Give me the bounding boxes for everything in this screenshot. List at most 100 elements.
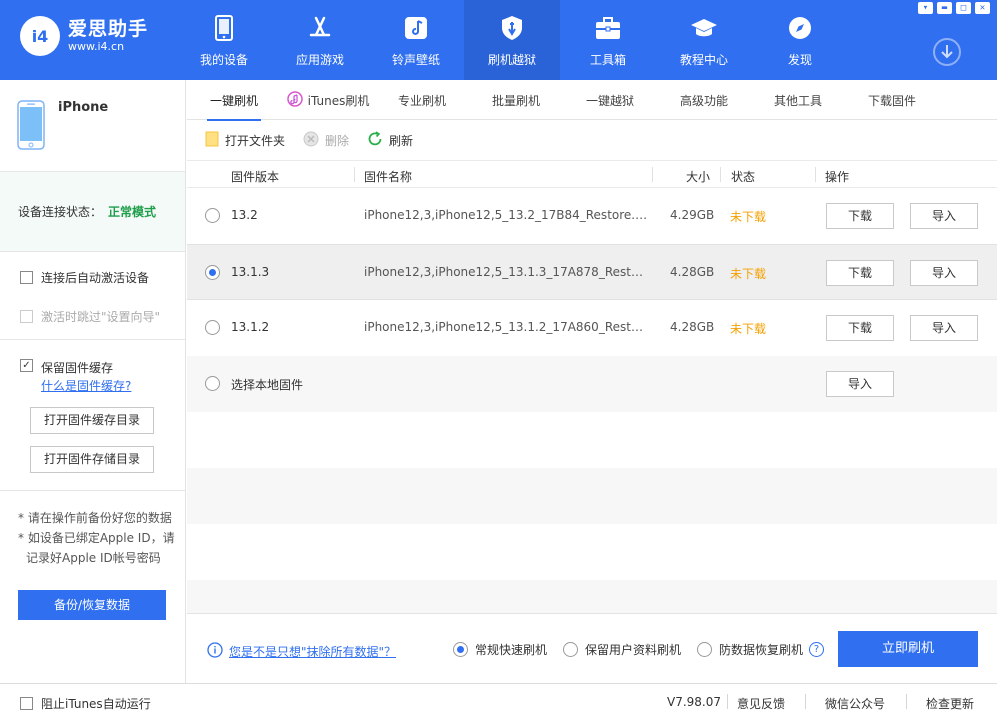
minimize-icon[interactable]: ▬ xyxy=(937,2,952,14)
nav-flash-jailbreak[interactable]: 刷机越狱 xyxy=(464,0,560,80)
empty-row xyxy=(187,412,997,468)
keep-cache-checkbox[interactable]: ✓ xyxy=(20,359,33,372)
local-firmware-row[interactable]: 选择本地固件 导入 xyxy=(187,356,997,412)
connection-mode: 正常模式 xyxy=(108,205,157,219)
col-version: 固件版本 xyxy=(231,170,280,184)
import-button[interactable]: 导入 xyxy=(910,260,978,286)
folder-icon xyxy=(205,131,219,150)
itunes-icon xyxy=(286,90,303,110)
check-update-link[interactable]: 检查更新 xyxy=(926,695,974,712)
delete-icon xyxy=(303,131,319,150)
import-button[interactable]: 导入 xyxy=(910,203,978,229)
open-cache-dir-button[interactable]: 打开固件缓存目录 xyxy=(30,407,154,434)
logo-name: 爱思助手 xyxy=(68,18,149,40)
flash-footer: 您是不是只想"抹除所有数据"？ 常规快速刷机 保留用户资料刷机 防数据恢复刷机 … xyxy=(187,613,997,683)
skip-setup-option[interactable]: 激活时跳过"设置向导" xyxy=(20,305,185,327)
nav-toolbox[interactable]: 工具箱 xyxy=(560,0,656,80)
logo-badge: i4 xyxy=(20,16,60,56)
auto-activate-option[interactable]: 连接后自动激活设备 xyxy=(20,266,185,288)
firmware-radio[interactable] xyxy=(205,320,220,335)
device-card: iPhone xyxy=(0,80,185,172)
open-storage-dir-button[interactable]: 打开固件存储目录 xyxy=(30,446,154,473)
flash-now-button[interactable]: 立即刷机 xyxy=(838,631,978,667)
table-row[interactable]: 13.1.2 iPhone12,3,iPhone12,5_13.1.2_17A8… xyxy=(187,300,997,356)
tab-one-click-flash[interactable]: 一键刷机 xyxy=(187,80,281,121)
col-action: 操作 xyxy=(825,170,850,184)
download-button[interactable]: 下载 xyxy=(826,315,894,341)
firmware-radio[interactable] xyxy=(205,265,220,280)
device-name: iPhone xyxy=(58,100,109,115)
tab-other-tools[interactable]: 其他工具 xyxy=(751,80,845,120)
col-size: 大小 xyxy=(686,170,711,184)
table-header: 固件版本 固件名称 大小 状态 操作 xyxy=(187,160,997,188)
table-row[interactable]: 13.1.3 iPhone12,3,iPhone12,5_13.1.3_17A8… xyxy=(187,244,997,300)
question-icon[interactable]: ? xyxy=(809,642,825,657)
open-folder-button[interactable]: 打开文件夹 xyxy=(205,131,285,150)
feedback-link[interactable]: 意见反馈 xyxy=(737,695,785,712)
nav-discover[interactable]: 发现 xyxy=(752,0,848,80)
refresh-button[interactable]: 刷新 xyxy=(367,130,413,150)
mode-radio[interactable] xyxy=(453,642,468,657)
flash-icon xyxy=(498,14,526,42)
main-nav: 我的设备 应用游戏 铃声壁纸 刷机越狱 工具箱 教程中心 发现 xyxy=(176,0,848,80)
erase-all-link[interactable]: 您是不是只想"抹除所有数据"？ xyxy=(229,643,396,660)
tab-batch-flash[interactable]: 批量刷机 xyxy=(469,80,563,120)
close-icon[interactable]: ✕ xyxy=(975,2,990,14)
status-badge: 未下载 xyxy=(730,267,767,281)
tab-pro-flash[interactable]: 专业刷机 xyxy=(375,80,469,120)
block-itunes-option[interactable]: 阻止iTunes自动运行 xyxy=(20,695,151,712)
erase-all-help[interactable]: 您是不是只想"抹除所有数据"？ xyxy=(207,642,396,661)
top-bar: i4 爱思助手 www.i4.cn 我的设备 应用游戏 铃声壁纸 刷机越狱 工具… xyxy=(0,0,997,80)
tab-advanced[interactable]: 高级功能 xyxy=(657,80,751,120)
maximize-icon[interactable]: □ xyxy=(956,2,971,14)
empty-row xyxy=(187,580,997,613)
music-icon xyxy=(402,14,430,42)
iphone-device-icon xyxy=(17,100,45,153)
import-local-button[interactable]: 导入 xyxy=(826,371,894,397)
what-is-cache-link[interactable]: 什么是固件缓存? xyxy=(41,377,185,394)
nav-apps-games[interactable]: 应用游戏 xyxy=(272,0,368,80)
status-badge: 未下载 xyxy=(730,210,767,224)
firmware-radio[interactable] xyxy=(205,208,220,223)
download-button[interactable]: 下载 xyxy=(826,203,894,229)
wechat-link[interactable]: 微信公众号 xyxy=(825,695,885,712)
compass-icon xyxy=(786,14,814,42)
nav-ringtones-wallpapers[interactable]: 铃声壁纸 xyxy=(368,0,464,80)
mode-anti-recovery[interactable]: 防数据恢复刷机 ? xyxy=(697,641,825,658)
app-logo: i4 爱思助手 www.i4.cn xyxy=(20,16,148,56)
refresh-icon xyxy=(367,130,383,150)
app-store-icon xyxy=(306,14,334,42)
skin-menu-icon[interactable]: ▾ xyxy=(918,2,933,14)
phone-icon xyxy=(210,14,238,42)
nav-tutorials[interactable]: 教程中心 xyxy=(656,0,752,80)
skip-setup-checkbox[interactable] xyxy=(20,309,33,323)
mode-radio[interactable] xyxy=(697,642,712,657)
nav-my-device[interactable]: 我的设备 xyxy=(176,0,272,80)
flash-tabs: 一键刷机 iTunes刷机 专业刷机 批量刷机 一键越狱 高级功能 其他工具 下… xyxy=(187,80,997,121)
empty-row xyxy=(187,524,997,580)
auto-activate-checkbox[interactable] xyxy=(20,270,33,284)
backup-restore-button[interactable]: 备份/恢复数据 xyxy=(18,590,166,620)
mode-keep-data[interactable]: 保留用户资料刷机 xyxy=(563,641,681,658)
tab-download-firmware[interactable]: 下载固件 xyxy=(845,80,939,120)
block-itunes-checkbox[interactable] xyxy=(20,697,33,710)
tab-itunes-flash[interactable]: iTunes刷机 xyxy=(281,80,375,120)
left-sidebar: iPhone 设备连接状态： 正常模式 连接后自动激活设备 激活时跳过"设置向导… xyxy=(0,80,186,683)
download-manager-icon[interactable] xyxy=(933,38,961,66)
local-firmware-radio[interactable] xyxy=(205,376,220,391)
mode-radio[interactable] xyxy=(563,642,578,657)
status-bar: 阻止iTunes自动运行 V7.98.07 意见反馈 微信公众号 检查更新 xyxy=(0,683,997,718)
window-controls: ▾ ▬ □ ✕ xyxy=(918,2,990,14)
backup-notes: * 请在操作前备份好您的数据 * 如设备已绑定Apple ID，请 记录好App… xyxy=(18,511,175,565)
import-button[interactable]: 导入 xyxy=(910,315,978,341)
download-button[interactable]: 下载 xyxy=(826,260,894,286)
keep-cache-option[interactable]: ✓ 保留固件缓存 xyxy=(20,359,185,376)
info-icon xyxy=(207,642,223,661)
table-row[interactable]: 13.2 iPhone12,3,iPhone12,5_13.2_17B84_Re… xyxy=(187,188,997,244)
empty-row xyxy=(187,468,997,524)
mode-quick-flash[interactable]: 常规快速刷机 xyxy=(453,641,547,658)
tab-one-click-jailbreak[interactable]: 一键越狱 xyxy=(563,80,657,120)
delete-button[interactable]: 删除 xyxy=(303,131,349,150)
app-version: V7.98.07 xyxy=(667,695,722,709)
firmware-toolbar: 打开文件夹 删除 刷新 xyxy=(187,120,997,160)
